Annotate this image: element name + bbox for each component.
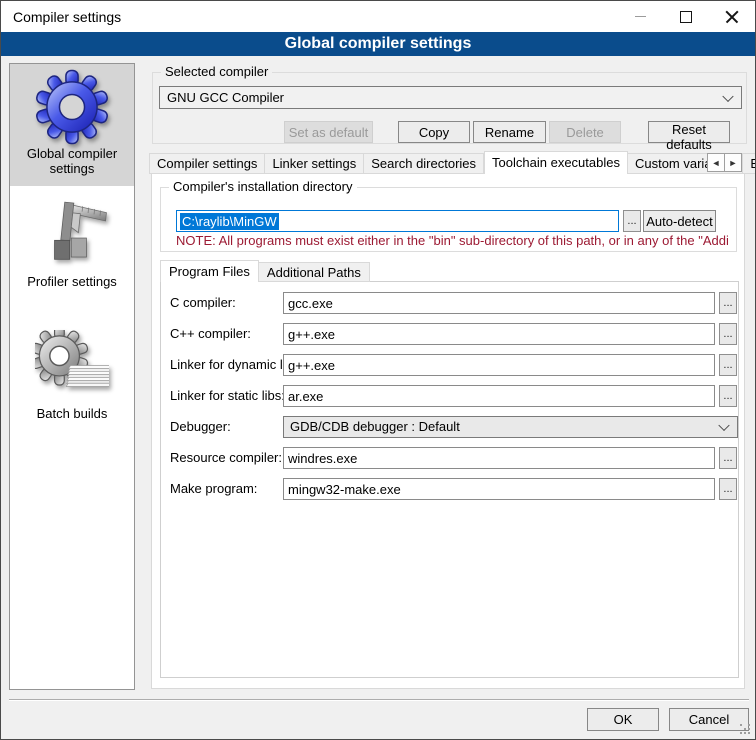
sidebar-item-batch-builds[interactable]: Batch builds — [10, 324, 134, 430]
sidebar-item-profiler-settings[interactable]: Profiler settings — [10, 192, 134, 298]
tab-scroll-left-button[interactable]: ◄ — [707, 153, 725, 172]
toolchain-executables-page: Compiler's installation directory C:\ray… — [151, 173, 745, 689]
dynamic-linker-input[interactable] — [283, 354, 715, 376]
set-as-default-button[interactable]: Set as default — [284, 121, 373, 143]
sidebar-item-label: Profiler settings — [27, 274, 117, 289]
cpp-compiler-label: C++ compiler: — [170, 326, 251, 341]
sidebar-item-label: Global compiler settings — [27, 146, 117, 176]
tab-compiler-settings[interactable]: Compiler settings — [149, 153, 265, 174]
maximize-button[interactable] — [663, 1, 709, 32]
resource-compiler-row: Resource compiler: ... — [161, 447, 738, 469]
titlebar: Compiler settings — [1, 1, 755, 32]
static-linker-row: Linker for static libs: ... — [161, 385, 738, 407]
tab-scroll-right-button[interactable]: ► — [724, 153, 742, 172]
close-button[interactable] — [709, 1, 755, 32]
make-program-row: Make program: ... — [161, 478, 738, 500]
gray-gear-papers-icon — [12, 328, 132, 406]
tab-toolchain-executables[interactable]: Toolchain executables — [484, 151, 628, 174]
program-files-tabstrip: Program Files Additional Paths — [160, 260, 370, 282]
resize-grip[interactable] — [740, 724, 751, 735]
cpp-compiler-input[interactable] — [283, 323, 715, 345]
installation-directory-browse-button[interactable]: ... — [623, 210, 641, 232]
make-program-label: Make program: — [170, 481, 257, 496]
dialog-banner-title: Global compiler settings — [1, 32, 755, 56]
debugger-label: Debugger: — [170, 419, 231, 434]
minimize-icon — [635, 16, 646, 17]
installation-directory-input[interactable]: C:\raylib\MinGW — [176, 210, 619, 232]
c-compiler-browse-button[interactable]: ... — [719, 292, 737, 314]
cpp-compiler-row: C++ compiler: ... — [161, 323, 738, 345]
close-icon — [725, 10, 739, 24]
window-controls — [617, 1, 755, 32]
sidebar-item-label: Batch builds — [37, 406, 108, 421]
c-compiler-row: C compiler: ... — [161, 292, 738, 314]
chevron-down-icon — [718, 420, 729, 431]
tab-additional-paths[interactable]: Additional Paths — [259, 262, 370, 282]
resource-compiler-label: Resource compiler: — [170, 450, 282, 465]
make-program-browse-button[interactable]: ... — [719, 478, 737, 500]
static-linker-browse-button[interactable]: ... — [719, 385, 737, 407]
auto-detect-button[interactable]: Auto-detect — [643, 210, 716, 232]
resource-compiler-input[interactable] — [283, 447, 715, 469]
static-linker-input[interactable] — [283, 385, 715, 407]
right-arrow-icon: ► — [729, 158, 738, 168]
compiler-select-value: GNU GCC Compiler — [167, 90, 284, 105]
settings-category-list: Global compiler settings Profiler settin… — [9, 63, 135, 690]
footer-divider — [9, 699, 749, 701]
debugger-select[interactable]: GDB/CDB debugger : Default — [283, 416, 738, 438]
caliper-icon — [12, 196, 132, 274]
installation-directory-selected-text: C:\raylib\MinGW — [180, 213, 279, 230]
minimize-button[interactable] — [617, 1, 663, 32]
left-arrow-icon: ◄ — [712, 158, 721, 168]
dynamic-linker-browse-button[interactable]: ... — [719, 354, 737, 376]
installation-note-text: NOTE: All programs must exist either in … — [176, 233, 728, 248]
debugger-select-value: GDB/CDB debugger : Default — [290, 419, 460, 434]
window-title: Compiler settings — [13, 9, 121, 25]
compiler-settings-window: Compiler settings Global compiler settin… — [0, 0, 756, 740]
cancel-button[interactable]: Cancel — [669, 708, 749, 731]
tab-search-directories[interactable]: Search directories — [364, 153, 484, 174]
compiler-select[interactable]: GNU GCC Compiler — [159, 86, 742, 109]
program-files-page: C compiler: ... C++ compiler: ... Linker… — [160, 281, 739, 678]
static-linker-label: Linker for static libs: — [170, 388, 285, 403]
c-compiler-label: C compiler: — [170, 295, 236, 310]
blue-gear-icon — [12, 68, 132, 146]
debugger-row: Debugger: GDB/CDB debugger : Default — [161, 416, 738, 438]
ok-button[interactable]: OK — [587, 708, 659, 731]
rename-button[interactable]: Rename — [473, 121, 546, 143]
delete-button[interactable]: Delete — [549, 121, 621, 143]
selected-compiler-legend: Selected compiler — [161, 64, 272, 79]
sidebar-item-global-compiler-settings[interactable]: Global compiler settings — [10, 64, 134, 186]
c-compiler-input[interactable] — [283, 292, 715, 314]
main-tabstrip: Compiler settings Linker settings Search… — [149, 151, 756, 174]
reset-defaults-button[interactable]: Reset defaults — [648, 121, 730, 143]
resource-compiler-browse-button[interactable]: ... — [719, 447, 737, 469]
tab-build-options[interactable]: Build options — [743, 153, 756, 174]
tab-linker-settings[interactable]: Linker settings — [265, 153, 364, 174]
copy-button[interactable]: Copy — [398, 121, 470, 143]
chevron-down-icon — [722, 90, 733, 101]
tab-program-files[interactable]: Program Files — [160, 260, 259, 282]
installation-directory-legend: Compiler's installation directory — [169, 179, 357, 194]
tab-scroll-buttons: ◄ ► — [707, 153, 742, 172]
make-program-input[interactable] — [283, 478, 715, 500]
cpp-compiler-browse-button[interactable]: ... — [719, 323, 737, 345]
maximize-icon — [680, 11, 692, 23]
dynamic-linker-row: Linker for dynamic libs: ... — [161, 354, 738, 376]
